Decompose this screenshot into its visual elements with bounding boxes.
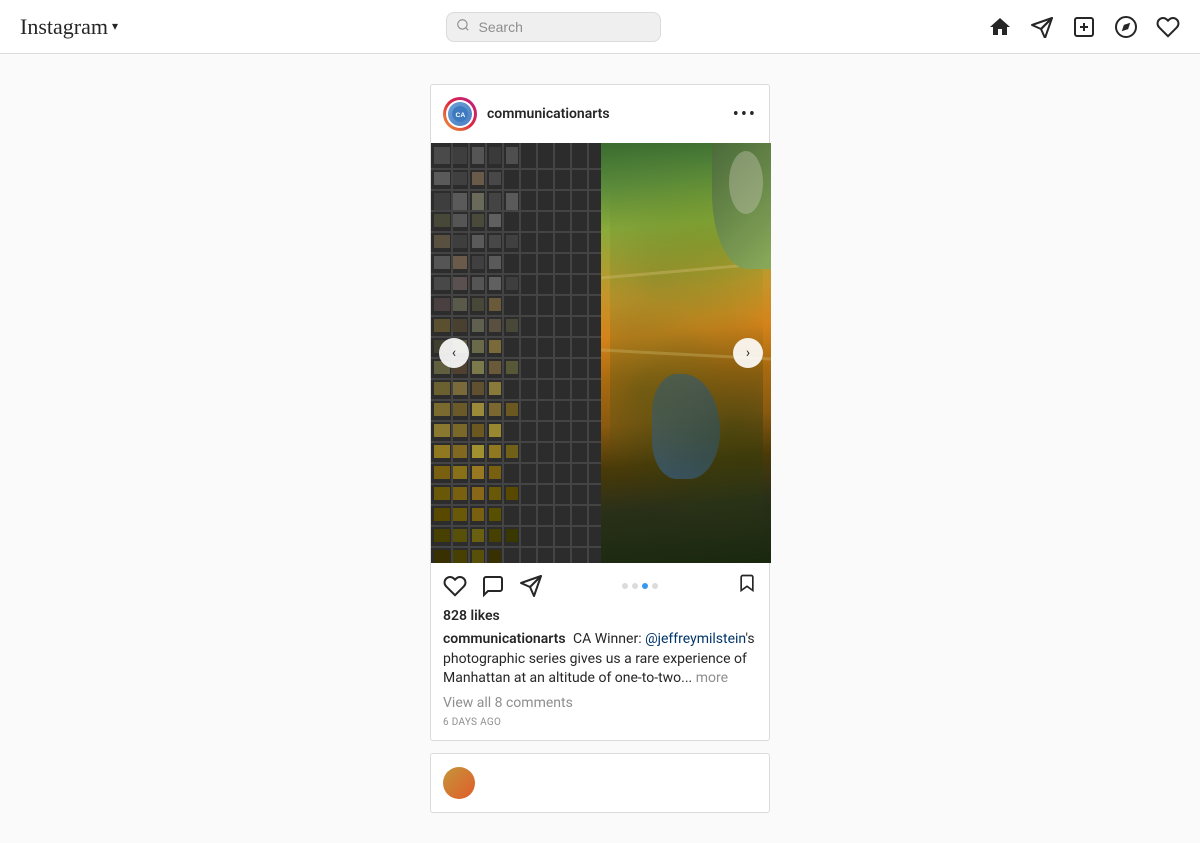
dot-2 [632,583,638,589]
more-options-button[interactable]: ••• [733,104,757,125]
home-button[interactable] [988,15,1012,39]
post-username[interactable]: communicationarts [487,106,610,122]
post-user: CA communicationarts [443,97,610,131]
instagram-logo[interactable]: Instagram ▾ [20,14,118,40]
avatar: CA [448,102,472,126]
search-icon [456,18,470,36]
comment-button[interactable] [481,574,505,598]
nav-icons [988,15,1180,39]
explore-button[interactable] [1114,15,1138,39]
direct-button[interactable] [1030,16,1054,38]
caption-username[interactable]: communicationarts [443,631,566,647]
prev-arrow-button[interactable]: ‹ [439,338,469,368]
post-timestamp: 6 DAYS AGO [431,713,769,740]
next-arrow-button[interactable]: › [733,338,763,368]
mention-link[interactable]: @jeffreymilstein [645,631,745,647]
post-actions-left [443,574,543,598]
post-actions [431,563,769,604]
share-button[interactable] [519,574,543,598]
dot-3 [642,583,648,589]
post-caption: communicationarts CA Winner: @jeffreymil… [431,628,769,693]
more-link[interactable]: more [692,670,728,686]
save-button[interactable] [737,571,757,600]
post-likes: 828 likes [431,604,769,628]
svg-text:CA: CA [456,112,466,119]
new-post-button[interactable] [1072,15,1096,39]
aerial-scene [431,143,771,563]
avatar-ring[interactable]: CA [443,97,477,131]
logo-chevron-icon: ▾ [112,19,118,34]
navbar: Instagram ▾ [0,0,1200,54]
next-post-partial [430,753,770,813]
dot-4 [652,583,658,589]
search-input[interactable] [446,12,661,42]
main-content: CA communicationarts ••• [0,54,1200,843]
avatar-ring-inner: CA [446,100,474,128]
feed: CA communicationarts ••• [430,84,770,813]
post-card: CA communicationarts ••• [430,84,770,741]
like-button[interactable] [443,574,467,598]
post-header: CA communicationarts ••• [431,85,769,143]
search-container [446,12,661,42]
activity-button[interactable] [1156,15,1180,39]
partial-avatar [443,767,475,799]
post-image[interactable]: ‹ › [431,143,771,563]
dot-1 [622,583,628,589]
post-dots [622,579,658,593]
view-comments-link[interactable]: View all 8 comments [431,693,769,713]
logo-text: Instagram [20,14,108,40]
